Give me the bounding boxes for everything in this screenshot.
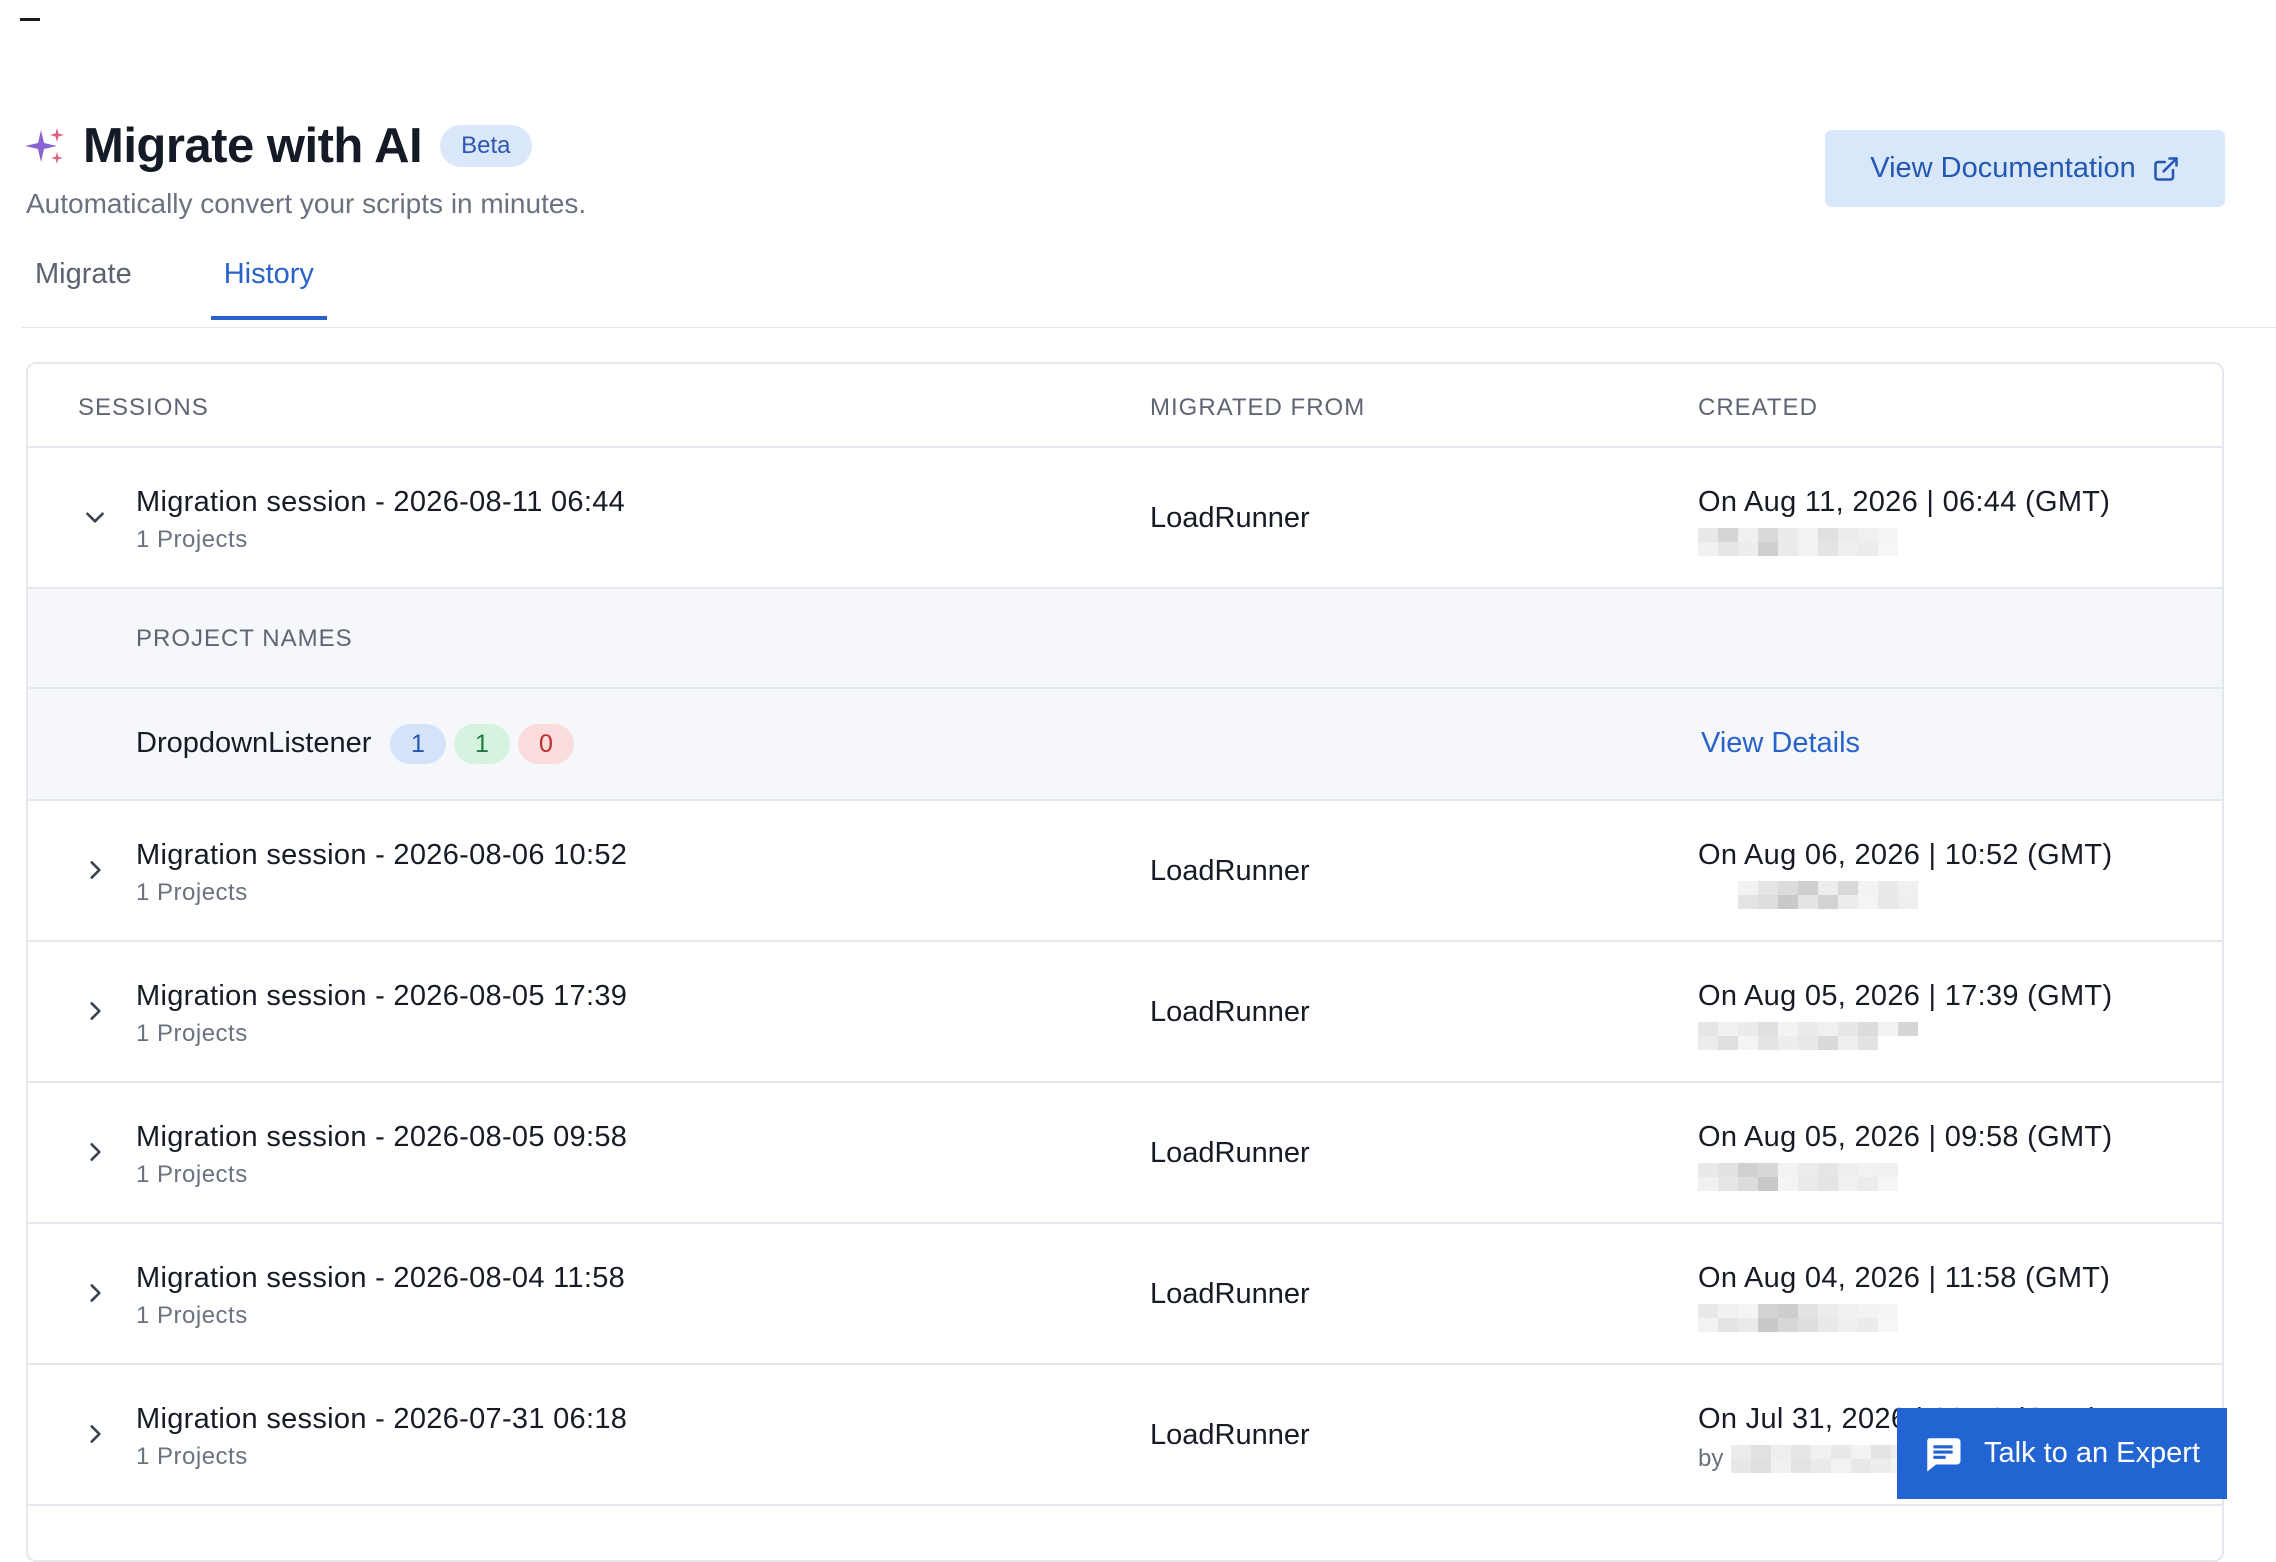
project-names-label: PROJECT NAMES bbox=[136, 625, 353, 652]
created-by bbox=[1698, 1022, 1928, 1050]
project-name: DropdownListener bbox=[136, 727, 372, 759]
session-project-count: 1 Projects bbox=[136, 1443, 248, 1470]
created-date: On Aug 05, 2026 | 09:58 (GMT) bbox=[1698, 1121, 2113, 1153]
created-column-header: CREATED bbox=[1698, 394, 1818, 421]
session-project-count: 1 Projects bbox=[136, 1302, 248, 1329]
count-badge-blue: 1 bbox=[390, 724, 446, 764]
page-header: Migrate with AI Beta Automatically conve… bbox=[26, 118, 586, 220]
view-details-link[interactable]: View Details bbox=[1701, 727, 1860, 760]
talk-to-expert-label: Talk to an Expert bbox=[1984, 1437, 2200, 1469]
migrated-from: LoadRunner bbox=[1150, 1278, 1310, 1310]
session-row[interactable]: Migration session - 2026-08-11 06:44 1 P… bbox=[28, 448, 2222, 589]
created-date: On Aug 05, 2026 | 17:39 (GMT) bbox=[1698, 980, 2113, 1012]
session-name: Migration session - 2026-08-05 09:58 bbox=[136, 1121, 628, 1153]
count-badge-green: 1 bbox=[454, 724, 510, 764]
table-header-row: SESSIONS MIGRATED FROM CREATED bbox=[28, 364, 2222, 448]
session-row[interactable]: Migration session - 2026-08-05 09:58 1 P… bbox=[28, 1083, 2222, 1224]
chevron-right-icon[interactable] bbox=[82, 1421, 108, 1447]
sessions-column-header: SESSIONS bbox=[78, 394, 209, 421]
project-status-counts: 1 1 0 bbox=[390, 724, 582, 764]
project-names-header: PROJECT NAMES bbox=[28, 589, 2222, 689]
talk-to-expert-button[interactable]: Talk to an Expert bbox=[1897, 1408, 2227, 1499]
chevron-right-icon[interactable] bbox=[82, 1280, 108, 1306]
view-documentation-label: View Documentation bbox=[1870, 152, 2136, 184]
session-row[interactable]: Migration session - 2026-08-05 17:39 1 P… bbox=[28, 942, 2222, 1083]
chevron-down-icon[interactable] bbox=[82, 504, 108, 530]
tab-history[interactable]: History bbox=[210, 250, 327, 320]
tab-bar: Migrate History bbox=[22, 250, 327, 320]
created-date: On Aug 04, 2026 | 11:58 (GMT) bbox=[1698, 1262, 2111, 1294]
created-by bbox=[1738, 881, 1928, 909]
migrated-from-column-header: MIGRATED FROM bbox=[1150, 394, 1366, 421]
external-link-icon bbox=[2153, 156, 2178, 181]
session-name: Migration session - 2026-08-06 10:52 bbox=[136, 839, 628, 871]
session-name: Migration session - 2026-08-11 06:44 bbox=[136, 486, 626, 518]
chat-icon bbox=[1927, 1437, 1961, 1471]
sessions-table: SESSIONS MIGRATED FROM CREATED Migration… bbox=[26, 362, 2224, 1562]
session-project-count: 1 Projects bbox=[136, 526, 248, 553]
redacted-user-name bbox=[1698, 1022, 1928, 1050]
created-date: On Aug 06, 2026 | 10:52 (GMT) bbox=[1698, 839, 2113, 871]
migrated-from: LoadRunner bbox=[1150, 855, 1310, 887]
session-project-count: 1 Projects bbox=[136, 879, 248, 906]
created-by bbox=[1698, 1304, 1898, 1332]
redacted-user-name bbox=[1738, 881, 1928, 909]
session-project-count: 1 Projects bbox=[136, 1161, 248, 1188]
tabs-divider bbox=[22, 327, 2276, 328]
session-project-count: 1 Projects bbox=[136, 1020, 248, 1047]
migrated-from: LoadRunner bbox=[1150, 1137, 1310, 1169]
redacted-user-name bbox=[1698, 1163, 1898, 1191]
session-row[interactable]: Migration session - 2026-07-31 06:18 1 P… bbox=[28, 1365, 2222, 1506]
migrated-from: LoadRunner bbox=[1150, 502, 1310, 534]
view-documentation-button[interactable]: View Documentation bbox=[1825, 130, 2225, 207]
created-by-prefix: by bbox=[1698, 1445, 1724, 1472]
sparkle-icon bbox=[26, 128, 64, 164]
migrated-from: LoadRunner bbox=[1150, 996, 1310, 1028]
created-by bbox=[1698, 1163, 1898, 1191]
created-by bbox=[1698, 528, 1898, 556]
redacted-user-name bbox=[1698, 528, 1898, 556]
project-row: DropdownListener 1 1 0 View Details bbox=[28, 689, 2222, 801]
tab-migrate[interactable]: Migrate bbox=[22, 250, 145, 320]
beta-badge: Beta bbox=[440, 125, 532, 167]
page-title: Migrate with AI bbox=[83, 119, 423, 173]
migrated-from: LoadRunner bbox=[1150, 1419, 1310, 1451]
redacted-user-name bbox=[1698, 1304, 1898, 1332]
chevron-right-icon[interactable] bbox=[82, 998, 108, 1024]
chevron-right-icon[interactable] bbox=[82, 1139, 108, 1165]
minimize-dash bbox=[20, 18, 40, 21]
session-name: Migration session - 2026-08-04 11:58 bbox=[136, 1262, 626, 1294]
session-name: Migration session - 2026-07-31 06:18 bbox=[136, 1403, 628, 1435]
count-badge-red: 0 bbox=[518, 724, 574, 764]
page-subtitle: Automatically convert your scripts in mi… bbox=[26, 188, 587, 219]
chevron-right-icon[interactable] bbox=[82, 857, 108, 883]
session-row[interactable]: Migration session - 2026-08-04 11:58 1 P… bbox=[28, 1224, 2222, 1365]
session-row[interactable]: Migration session - 2026-08-06 10:52 1 P… bbox=[28, 801, 2222, 942]
session-name: Migration session - 2026-08-05 17:39 bbox=[136, 980, 628, 1012]
title-row: Migrate with AI Beta bbox=[26, 118, 586, 174]
created-date: On Aug 11, 2026 | 06:44 (GMT) bbox=[1698, 486, 2111, 518]
